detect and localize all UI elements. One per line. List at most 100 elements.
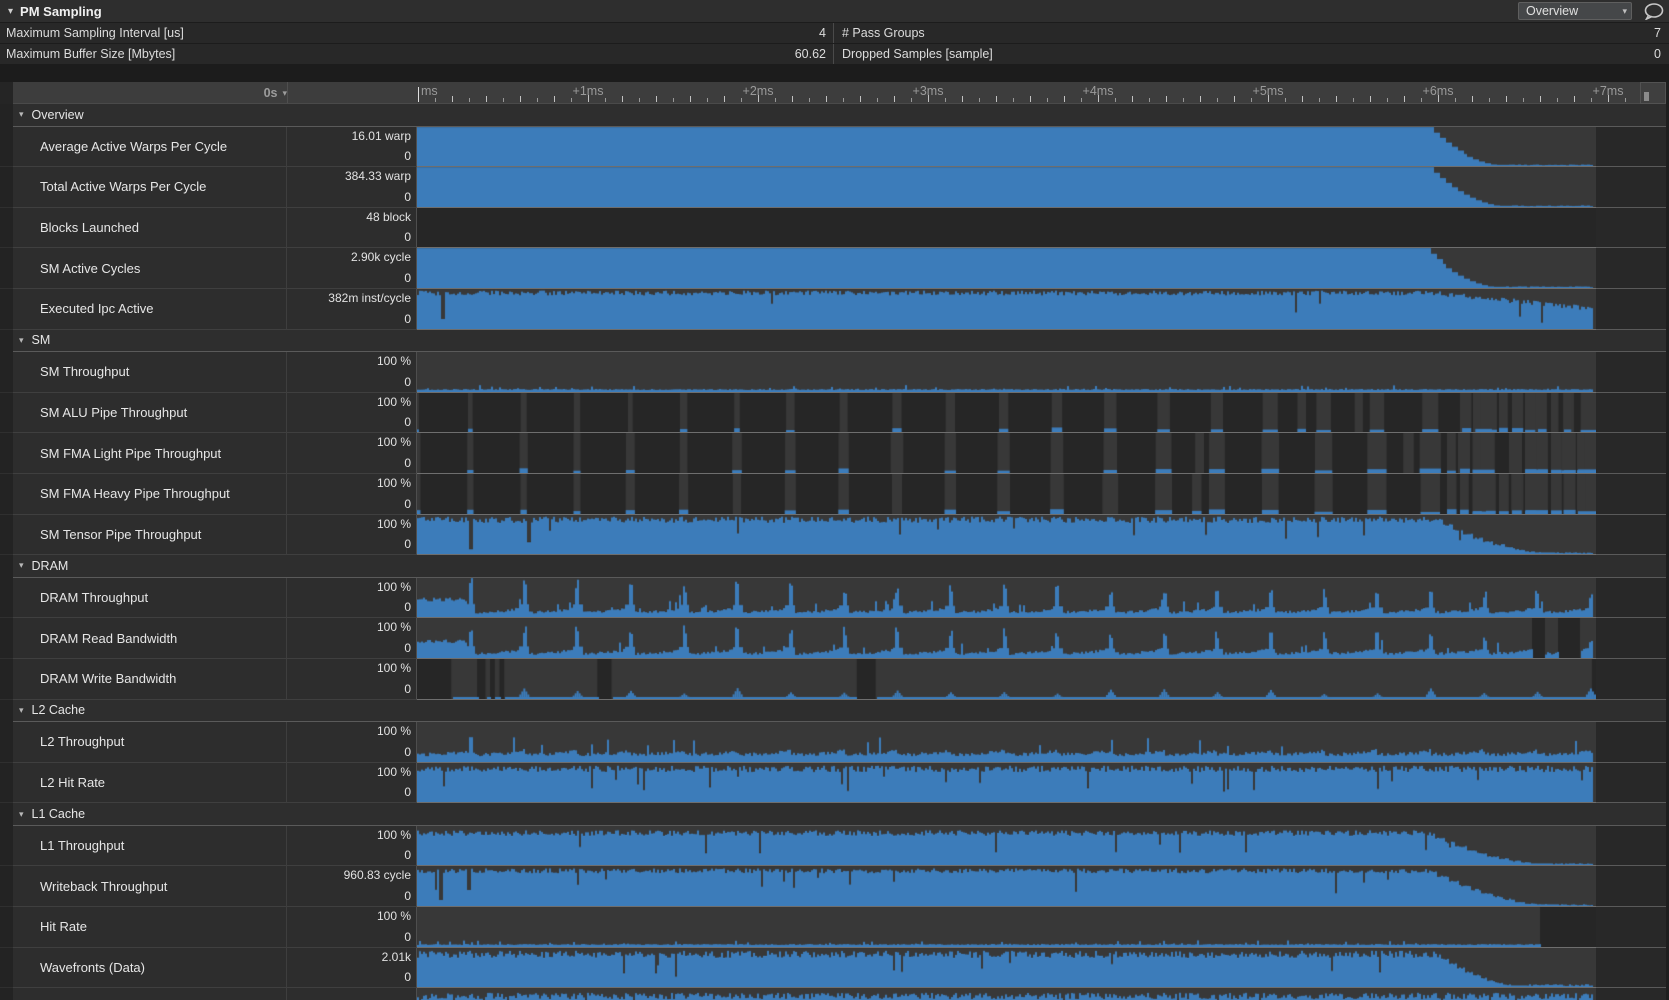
metric-chart[interactable] — [417, 167, 1596, 208]
metric-row[interactable]: Wavefronts (Data)2.01k0 — [0, 948, 1666, 989]
scrollbar-knob[interactable] — [1644, 92, 1649, 101]
metric-chart[interactable] — [417, 578, 1596, 619]
collapse-group-icon[interactable]: ▾ — [19, 560, 24, 571]
metric-chart[interactable] — [417, 948, 1596, 989]
metric-row[interactable]: Writeback Throughput960.83 cycle0 — [0, 866, 1666, 907]
row-gutter — [0, 866, 13, 907]
ruler-tick — [894, 96, 895, 102]
metric-chart[interactable] — [417, 474, 1596, 515]
view-selector-dropdown[interactable]: Overview ▾ — [1518, 2, 1632, 20]
group-label: L1 Cache — [32, 807, 86, 821]
metric-chart[interactable] — [417, 618, 1596, 659]
ruler-tick — [707, 98, 708, 102]
metric-chart-canvas[interactable] — [417, 578, 1596, 618]
metric-row[interactable]: DRAM Throughput100 %0 — [0, 578, 1666, 619]
metric-chart[interactable] — [417, 515, 1596, 556]
metric-label: Hit Rate — [13, 907, 287, 948]
metric-min-value: 0 — [404, 415, 411, 429]
metric-row[interactable]: Total Active Warps Per Cycle384.33 warp0 — [0, 167, 1666, 208]
metric-row[interactable]: SM FMA Heavy Pipe Throughput100 %0 — [0, 474, 1666, 515]
metric-chart[interactable] — [417, 393, 1596, 434]
ruler-tick — [1047, 98, 1048, 102]
summary-row: Maximum Sampling Interval [us] 4 # Pass … — [0, 23, 1669, 43]
metric-row[interactable]: L2 Hit Rate100 %0 — [0, 763, 1666, 804]
metric-chart-canvas[interactable] — [417, 515, 1596, 555]
collapse-group-icon[interactable]: ▾ — [19, 705, 24, 716]
metric-chart-canvas[interactable] — [417, 167, 1596, 207]
metric-chart[interactable] — [417, 352, 1596, 393]
metric-row[interactable] — [0, 988, 1666, 1000]
metric-chart[interactable] — [417, 659, 1596, 700]
group-row[interactable]: ▾L2 Cache — [0, 700, 1666, 723]
metric-row[interactable]: SM Throughput100 %0 — [0, 352, 1666, 393]
chart-dead-zone — [1596, 208, 1666, 249]
metric-chart-canvas[interactable] — [417, 289, 1596, 329]
metric-chart[interactable] — [417, 289, 1596, 330]
chart-dead-zone — [1596, 578, 1666, 619]
metric-chart-canvas[interactable] — [417, 127, 1596, 167]
metric-chart-canvas[interactable] — [417, 618, 1596, 658]
metric-row[interactable]: Blocks Launched48 block0 — [0, 208, 1666, 249]
metric-chart[interactable] — [417, 208, 1596, 249]
ruler-tick — [741, 98, 742, 102]
metric-label: Writeback Throughput — [13, 866, 287, 907]
group-row[interactable]: ▾ L1 Cache — [0, 803, 1666, 826]
metric-chart[interactable] — [417, 866, 1596, 907]
metric-chart-canvas[interactable] — [417, 763, 1596, 803]
ruler-tick — [758, 95, 759, 102]
metric-chart[interactable] — [417, 127, 1596, 168]
collapse-group-icon[interactable]: ▾ — [19, 335, 24, 346]
metric-chart[interactable] — [417, 907, 1596, 948]
metric-chart-canvas[interactable] — [417, 248, 1596, 288]
time-ruler[interactable]: ms+1ms+2ms+3ms+4ms+5ms+6ms+7ms — [13, 82, 1640, 103]
ruler-tick — [486, 96, 487, 102]
row-gutter — [0, 515, 13, 556]
metric-row[interactable]: L2 Throughput100 %0 — [0, 722, 1666, 763]
metric-row[interactable]: DRAM Write Bandwidth100 %0 — [0, 659, 1666, 700]
chart-dead-zone — [1596, 866, 1666, 907]
metric-chart-canvas[interactable] — [417, 352, 1596, 392]
metric-chart-canvas[interactable] — [417, 659, 1596, 699]
metric-chart-canvas[interactable] — [417, 907, 1596, 947]
metric-chart[interactable] — [417, 433, 1596, 474]
metric-chart-canvas[interactable] — [417, 988, 1596, 1000]
collapse-group-icon[interactable]: ▾ — [19, 809, 24, 820]
metric-value-scale: 100 %0 — [287, 826, 417, 867]
metric-row[interactable]: L1 Throughput100 %0 — [0, 826, 1666, 867]
collapse-group-icon[interactable]: ▾ — [19, 109, 24, 120]
comment-icon[interactable] — [1643, 3, 1665, 20]
metric-chart[interactable] — [417, 988, 1596, 1000]
metric-row[interactable]: SM FMA Light Pipe Throughput100 %0 — [0, 433, 1666, 474]
metric-row[interactable]: SM Tensor Pipe Throughput100 %0 — [0, 515, 1666, 556]
metric-chart-canvas[interactable] — [417, 393, 1596, 433]
ruler-tick — [1608, 95, 1609, 102]
group-row[interactable]: ▾DRAM — [0, 555, 1666, 578]
metric-chart-canvas[interactable] — [417, 826, 1596, 866]
metric-row[interactable]: Average Active Warps Per Cycle16.01 warp… — [0, 127, 1666, 168]
metric-row[interactable]: Executed Ipc Active382m inst/cycle0 — [0, 289, 1666, 330]
group-row[interactable]: ▾Overview — [0, 104, 1666, 127]
chart-dead-zone — [1596, 167, 1666, 208]
metric-row[interactable]: SM Active Cycles2.90k cycle0 — [0, 248, 1666, 289]
metric-chart[interactable] — [417, 722, 1596, 763]
scrollbar-corner[interactable] — [1640, 82, 1666, 104]
row-gutter — [0, 289, 13, 330]
metric-label: SM Throughput — [13, 352, 287, 393]
metric-chart-canvas[interactable] — [417, 948, 1596, 988]
metric-row[interactable]: Hit Rate100 %0 — [0, 907, 1666, 948]
metric-max-value: 384.33 warp — [345, 169, 411, 183]
metric-chart-canvas[interactable] — [417, 722, 1596, 762]
collapse-section-icon[interactable]: ▾ — [8, 6, 13, 17]
metric-chart-canvas[interactable] — [417, 866, 1596, 906]
metric-chart-canvas[interactable] — [417, 474, 1596, 514]
metric-chart-canvas[interactable] — [417, 208, 1596, 248]
metric-min-value: 0 — [404, 271, 411, 285]
metric-chart[interactable] — [417, 763, 1596, 804]
row-gutter — [0, 208, 13, 249]
metric-chart[interactable] — [417, 826, 1596, 867]
metric-chart-canvas[interactable] — [417, 433, 1596, 473]
group-row[interactable]: ▾SM — [0, 330, 1666, 353]
metric-row[interactable]: SM ALU Pipe Throughput100 %0 — [0, 393, 1666, 434]
metric-row[interactable]: DRAM Read Bandwidth100 %0 — [0, 618, 1666, 659]
metric-chart[interactable] — [417, 248, 1596, 289]
